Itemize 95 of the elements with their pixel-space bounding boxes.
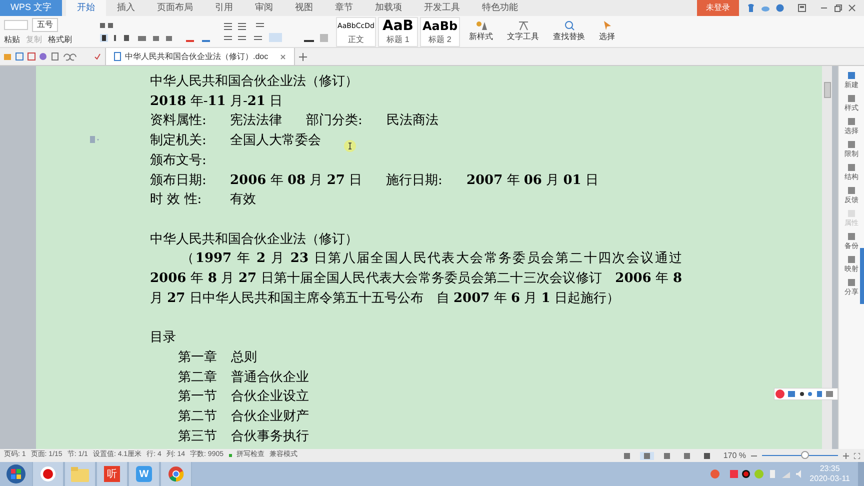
document-text: 颁布文号:: [150, 152, 206, 170]
document-text: 时 效 性:: [150, 191, 203, 210]
style-preset-button[interactable]: AaBb 标题 2: [420, 16, 460, 46]
paragraph-marker-icon: [90, 136, 100, 143]
table-of-contents-entry: 第三节: [178, 428, 217, 446]
zoom-slider-thumb[interactable]: [801, 451, 810, 459]
side-panel-handle[interactable]: [860, 248, 864, 304]
record-icon[interactable]: [40, 466, 56, 482]
ribbon-tab[interactable]: 审阅: [244, 0, 284, 16]
ribbon-tool-button[interactable]: 文字工具: [502, 20, 544, 43]
style-preview: AaB: [382, 18, 414, 34]
font-size-field[interactable]: 五号: [32, 18, 58, 32]
paste-button[interactable]: 粘贴: [4, 34, 20, 46]
ribbon-tab[interactable]: 引用: [204, 0, 244, 16]
sidebar-item-icon: [848, 95, 855, 102]
zoom-out-icon: [751, 452, 757, 458]
sidebar-item-icon: [848, 233, 855, 240]
document-text: 宪法法律: [230, 112, 282, 130]
spell-check-status-icon: [228, 454, 232, 457]
sidebar-item-icon: [848, 72, 855, 79]
window-layout-icon: [798, 4, 806, 12]
zoom-level-text: 170 %: [723, 450, 746, 462]
tool-label: 选择: [599, 31, 615, 43]
document-text: 颁布日期:: [150, 172, 208, 190]
ribbon-tool-button[interactable]: 新样式: [464, 20, 498, 43]
document-text: 2018 年-11 月-21 日: [150, 92, 283, 111]
sidebar-item-icon: [848, 118, 855, 125]
format-painter-button[interactable]: 格式刷: [48, 34, 72, 46]
document-text: 2007 年 06 月 01 日: [466, 172, 598, 190]
document-text: 2006 年 08 月 27 日: [230, 172, 362, 190]
search-icon: [564, 20, 574, 31]
sidebar-item-icon: [848, 164, 855, 171]
sidebar-item-icon: [848, 187, 855, 194]
document-text: 民法商法: [386, 112, 438, 130]
sidebar-item-icon: [848, 210, 855, 217]
table-of-contents-entry: 第一章: [178, 348, 217, 367]
sidebar-item-icon: [848, 141, 855, 148]
style-preset-button[interactable]: AaB 标题 1: [378, 16, 418, 46]
listening-app-icon[interactable]: 听: [104, 466, 120, 482]
table-of-contents-entry: 第二节: [178, 408, 217, 426]
tool-label: 文字工具: [507, 31, 539, 43]
ribbon-tab[interactable]: 开发工具: [413, 0, 471, 16]
zoom-in-icon: [843, 452, 849, 458]
document-text: 资料属性:: [150, 112, 208, 130]
text-tool-icon: [518, 20, 528, 31]
table-of-contents-entry: 第二章: [178, 368, 217, 387]
ribbon-tab[interactable]: 插入: [106, 0, 146, 16]
scrollbar-thumb[interactable]: [824, 82, 830, 98]
checkmark-icon: [94, 53, 101, 60]
cursor-icon: [602, 20, 612, 31]
cloud-icon: [761, 4, 770, 12]
tool-label: 查找替换: [553, 31, 585, 43]
fullscreen-icon: [854, 452, 860, 458]
browser-icon[interactable]: [168, 466, 184, 482]
document-tab[interactable]: 中华人民共和国合伙企业法（修订）.doc: [105, 48, 296, 65]
document-text: 全国人大常委会: [230, 132, 321, 150]
sidebar-item-icon: [848, 256, 855, 263]
style-name: 标题 2: [428, 34, 452, 46]
close-icon: [848, 4, 856, 12]
table-of-contents-entry: 合伙事务执行: [231, 428, 309, 446]
document-text: 中华人民共和国合伙企业法（修订）: [150, 230, 358, 249]
ribbon-tab[interactable]: 开始: [66, 0, 106, 16]
font-name-field[interactable]: [4, 20, 28, 30]
restore-icon: [834, 4, 842, 12]
document-text: 施行日期:: [386, 172, 442, 190]
ribbon-tab[interactable]: 视图: [284, 0, 324, 16]
table-of-contents-entry: 第一节: [178, 388, 217, 406]
ribbon-tab[interactable]: 特色功能: [471, 0, 529, 16]
ribbon-tab[interactable]: 页面布局: [146, 0, 204, 16]
style-preview: AaBb: [422, 18, 458, 34]
tool-label: 新样式: [469, 31, 493, 43]
document-text: 制定机关:: [150, 132, 208, 150]
text-cursor-icon: [344, 140, 356, 152]
style-name: 标题 1: [386, 34, 410, 46]
table-of-contents-entry: 普通合伙企业: [231, 368, 309, 387]
close-icon: [280, 54, 286, 60]
table-of-contents-entry: 合伙企业财产: [231, 408, 309, 426]
ribbon-tab[interactable]: 章节: [324, 0, 364, 16]
table-of-contents-entry: 总则: [231, 348, 257, 367]
start-button-icon[interactable]: [6, 464, 26, 484]
document-paragraph: （1997 年 2 月 23 日第八届全国人民代表大会常务委员会第二十四次会议通过 2006 年 8 月 27 日第十届全国人民代表大会常务委员会第二十三次会议修订 2006 年 8 月 27 日中华人民共和国主席令第五十五号公布 自 2007 年 6 月 1 日起施行）: [150, 250, 682, 308]
shirt-icon: [747, 4, 755, 12]
sidebar-item-icon: [848, 279, 855, 286]
document-icon: [114, 52, 121, 61]
document-text: 目录: [150, 329, 176, 348]
ribbon-tool-button[interactable]: 查找替换: [548, 20, 590, 43]
ribbon-tool-button[interactable]: 选择: [594, 20, 620, 43]
ribbon-tab[interactable]: 加载项: [364, 0, 413, 16]
document-text: 中华人民共和国合伙企业法（修订）: [150, 73, 358, 91]
table-of-contents-entry: 合伙企业设立: [231, 388, 309, 406]
document-text: 有效: [230, 191, 256, 210]
document-text: 部门分类:: [306, 112, 362, 130]
plus-icon: [299, 52, 308, 60]
style-name: 正文: [348, 34, 364, 46]
document-tab-title: 中华人民共和国合伙企业法（修订）.doc: [125, 50, 268, 62]
